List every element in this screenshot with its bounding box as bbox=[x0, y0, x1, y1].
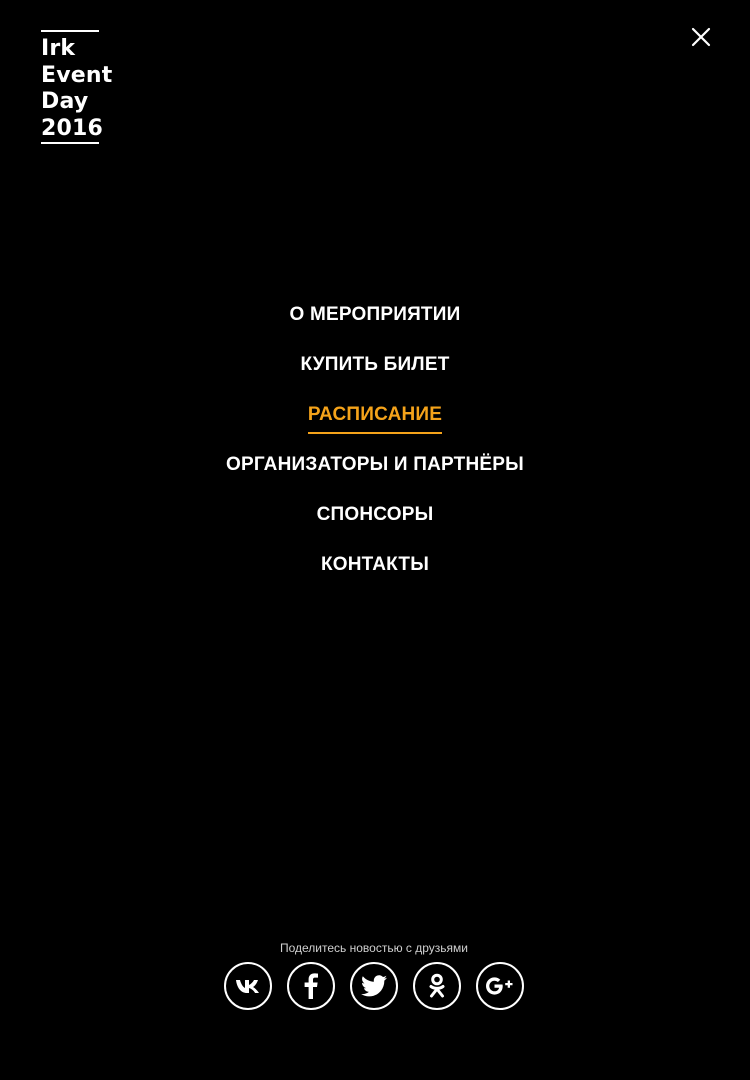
google-plus-icon bbox=[485, 977, 512, 995]
menu-item-label: РАСПИСАНИЕ bbox=[307, 400, 443, 434]
logo[interactable]: Irk Event Day 2016 bbox=[41, 30, 121, 144]
share-google-plus-button[interactable] bbox=[475, 962, 524, 1010]
menu-item-organizers-partners[interactable]: ОРГАНИЗАТОРЫ И ПАРТНЁРЫ bbox=[0, 450, 750, 500]
menu-item-label: СПОНСОРЫ bbox=[316, 504, 434, 525]
share-title: Поделитесь новостью с друзьями bbox=[279, 941, 468, 955]
menu-item-label: ОРГАНИЗАТОРЫ И ПАРТНЁРЫ bbox=[226, 454, 524, 475]
menu-item-contacts[interactable]: КОНТАКТЫ bbox=[0, 550, 750, 600]
menu-item-about[interactable]: О МЕРОПРИЯТИИ bbox=[0, 300, 750, 350]
close-icon bbox=[691, 27, 711, 47]
main-menu: О МЕРОПРИЯТИИ КУПИТЬ БИЛЕТ РАСПИСАНИЕ ОР… bbox=[0, 300, 750, 600]
share-vk-button[interactable] bbox=[223, 962, 272, 1010]
logo-line-1: Irk bbox=[41, 36, 76, 61]
close-menu-button[interactable] bbox=[690, 26, 712, 48]
logo-line-2: Event bbox=[41, 62, 113, 88]
logo-bottom-rule bbox=[41, 142, 99, 144]
menu-item-label: О МЕРОПРИЯТИИ bbox=[289, 304, 461, 325]
vk-icon bbox=[235, 980, 259, 993]
menu-item-label: КУПИТЬ БИЛЕТ bbox=[300, 354, 450, 375]
facebook-icon bbox=[304, 973, 318, 999]
share-section: Поделитесь новостью с друзьями bbox=[0, 940, 750, 1010]
menu-item-schedule[interactable]: РАСПИСАНИЕ bbox=[0, 400, 750, 450]
menu-item-label: КОНТАКТЫ bbox=[320, 554, 430, 575]
share-facebook-button[interactable] bbox=[286, 962, 335, 1010]
twitter-icon bbox=[360, 975, 387, 997]
menu-item-sponsors[interactable]: СПОНСОРЫ bbox=[0, 500, 750, 550]
share-odnoklassniki-button[interactable] bbox=[412, 962, 461, 1010]
share-icons bbox=[0, 962, 750, 1010]
logo-line-3: Day bbox=[41, 89, 89, 114]
menu-item-buy-ticket[interactable]: КУПИТЬ БИЛЕТ bbox=[0, 350, 750, 400]
odnoklassniki-icon bbox=[429, 973, 444, 998]
share-twitter-button[interactable] bbox=[349, 962, 398, 1010]
logo-line-4: 2016 bbox=[41, 115, 104, 141]
logo-text: Irk Event Day 2016 bbox=[41, 32, 121, 142]
